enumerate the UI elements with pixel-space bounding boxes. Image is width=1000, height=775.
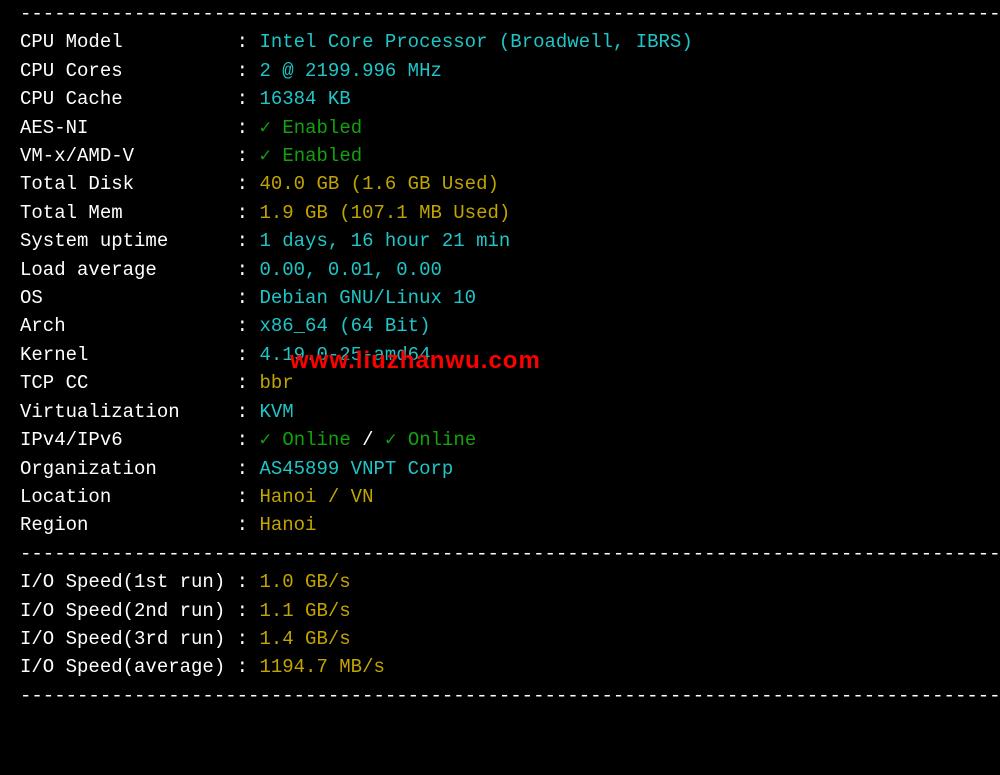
label-cpu-model: CPU Model <box>20 31 225 53</box>
value-vmx: Enabled <box>282 145 362 167</box>
value-io-1: 1.0 GB/s <box>259 571 350 593</box>
label-os: OS <box>20 287 225 309</box>
value-loc: Hanoi / VN <box>259 486 373 508</box>
value-arch: x86_64 (64 Bit) <box>259 315 430 337</box>
label-virt: Virtualization <box>20 401 225 423</box>
value-ipv4: Online <box>282 429 350 451</box>
value-io-avg: 1194.7 MB/s <box>259 656 384 678</box>
label-io-1: I/O Speed(1st run) <box>20 571 225 593</box>
row-virt: Virtualization : KVM <box>20 398 1000 426</box>
value-total-disk: 40.0 GB (1.6 GB Used) <box>259 173 498 195</box>
row-cpu-cache: CPU Cache : 16384 KB <box>20 85 1000 113</box>
label-uptime: System uptime <box>20 230 225 252</box>
label-io-avg: I/O Speed(average) <box>20 656 225 678</box>
watermark-text: www.liuzhanwu.com <box>290 347 541 375</box>
divider-bottom: ----------------------------------------… <box>20 682 1000 710</box>
value-total-mem: 1.9 GB (107.1 MB Used) <box>259 202 510 224</box>
row-uptime: System uptime : 1 days, 16 hour 21 min <box>20 227 1000 255</box>
row-vmx: VM-x/AMD-V : ✓ Enabled <box>20 142 1000 170</box>
value-cpu-cores: 2 @ 2199.996 MHz <box>259 60 441 82</box>
divider-mid: ----------------------------------------… <box>20 540 1000 568</box>
label-total-disk: Total Disk <box>20 173 225 195</box>
row-org: Organization : AS45899 VNPT Corp <box>20 455 1000 483</box>
label-arch: Arch <box>20 315 225 337</box>
label-io-3: I/O Speed(3rd run) <box>20 628 225 650</box>
value-io-2: 1.1 GB/s <box>259 600 350 622</box>
terminal-output: ----------------------------------------… <box>0 0 1000 710</box>
check-icon: ✓ <box>259 429 270 451</box>
value-org: AS45899 VNPT Corp <box>259 458 453 480</box>
value-os: Debian GNU/Linux 10 <box>259 287 476 309</box>
check-icon: ✓ <box>259 117 270 139</box>
label-load: Load average <box>20 259 225 281</box>
row-io-avg: I/O Speed(average) : 1194.7 MB/s <box>20 653 1000 681</box>
label-loc: Location <box>20 486 225 508</box>
row-aes-ni: AES-NI : ✓ Enabled <box>20 114 1000 142</box>
value-uptime: 1 days, 16 hour 21 min <box>259 230 510 252</box>
row-io-1: I/O Speed(1st run) : 1.0 GB/s <box>20 568 1000 596</box>
label-region: Region <box>20 514 225 536</box>
label-cpu-cores: CPU Cores <box>20 60 225 82</box>
label-tcp-cc: TCP CC <box>20 372 225 394</box>
row-total-disk: Total Disk : 40.0 GB (1.6 GB Used) <box>20 170 1000 198</box>
row-os: OS : Debian GNU/Linux 10 <box>20 284 1000 312</box>
row-cpu-model: CPU Model : Intel Core Processor (Broadw… <box>20 28 1000 56</box>
value-cpu-cache: 16384 KB <box>259 88 350 110</box>
label-aes-ni: AES-NI <box>20 117 225 139</box>
row-io-2: I/O Speed(2nd run) : 1.1 GB/s <box>20 597 1000 625</box>
value-tcp-cc: bbr <box>259 372 293 394</box>
row-cpu-cores: CPU Cores : 2 @ 2199.996 MHz <box>20 57 1000 85</box>
label-org: Organization <box>20 458 225 480</box>
row-region: Region : Hanoi <box>20 511 1000 539</box>
value-cpu-model: Intel Core Processor (Broadwell, IBRS) <box>259 31 692 53</box>
divider-top: ----------------------------------------… <box>20 0 1000 28</box>
label-ipvx: IPv4/IPv6 <box>20 429 225 451</box>
value-aes-ni: Enabled <box>282 117 362 139</box>
check-icon: ✓ <box>259 145 270 167</box>
label-cpu-cache: CPU Cache <box>20 88 225 110</box>
label-kernel: Kernel <box>20 344 225 366</box>
row-load: Load average : 0.00, 0.01, 0.00 <box>20 256 1000 284</box>
value-load: 0.00, 0.01, 0.00 <box>259 259 441 281</box>
row-arch: Arch : x86_64 (64 Bit) <box>20 312 1000 340</box>
value-virt: KVM <box>259 401 293 423</box>
label-vmx: VM-x/AMD-V <box>20 145 225 167</box>
check-icon: ✓ <box>385 429 396 451</box>
label-io-2: I/O Speed(2nd run) <box>20 600 225 622</box>
row-total-mem: Total Mem : 1.9 GB (107.1 MB Used) <box>20 199 1000 227</box>
value-region: Hanoi <box>259 514 316 536</box>
row-loc: Location : Hanoi / VN <box>20 483 1000 511</box>
value-io-3: 1.4 GB/s <box>259 628 350 650</box>
row-ipvx: IPv4/IPv6 : ✓ Online / ✓ Online <box>20 426 1000 454</box>
label-total-mem: Total Mem <box>20 202 225 224</box>
value-ipv6: Online <box>408 429 476 451</box>
row-io-3: I/O Speed(3rd run) : 1.4 GB/s <box>20 625 1000 653</box>
